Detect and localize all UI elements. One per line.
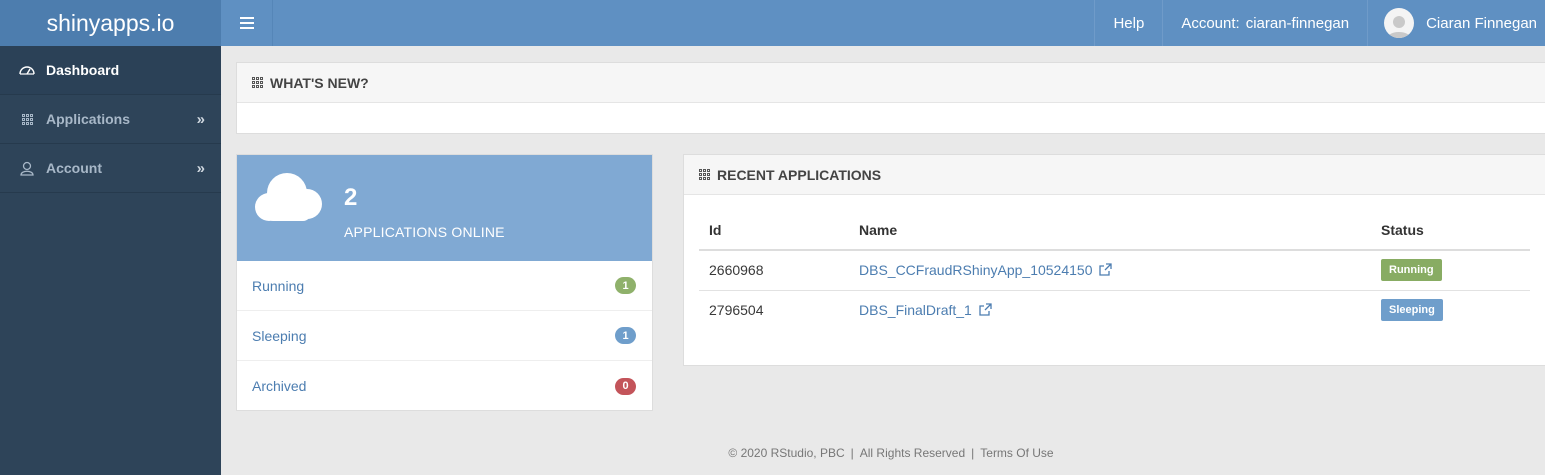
applications-count: 2 [344,184,358,211]
user-menu[interactable]: Ciaran Finnegan [1367,0,1545,46]
avatar [1384,8,1415,38]
user-name: Ciaran Finnegan [1426,14,1537,32]
app-id: 2660968 [699,250,849,291]
sidebar-item-dashboard[interactable]: Dashboard [0,46,221,95]
terms-link[interactable]: Terms Of Use [980,446,1053,460]
status-badge: Running [1381,259,1442,282]
panel-title: RECENT APPLICATIONS [717,166,882,183]
account-name: ciaran-finnegan [1245,14,1350,32]
status-label: Archived [252,378,307,394]
panel-header: RECENT APPLICATIONS [684,155,1545,195]
top-navbar: shinyapps.io Help Account: ciaran-finneg… [0,0,1545,46]
cloud-icon [255,173,322,221]
grid-icon [699,169,710,180]
sidebar-item-label: Applications [46,111,131,127]
grid-icon [18,113,36,125]
footer-rights: All Rights Reserved [859,446,966,460]
user-icon [18,161,36,176]
chevron-right-icon: » [196,159,205,177]
sidebar-item-label: Dashboard [46,62,120,78]
footer-separator: | [850,446,854,460]
count-badge: 1 [615,277,636,294]
app-name-cell: DBS_CCFraudRShinyApp_10524150 [849,250,1371,291]
footer-copyright: © 2020 RStudio, PBC [728,446,845,460]
account-menu[interactable]: Account: ciaran-finnegan [1162,0,1367,46]
applications-online-label: APPLICATIONS ONLINE [344,224,505,240]
menu-toggle-button[interactable] [221,0,273,46]
stats-header: 2 APPLICATIONS ONLINE [237,155,652,261]
column-header-name[interactable]: Name [849,210,1371,251]
grid-icon [252,77,263,88]
external-link-icon [1099,263,1113,276]
count-badge: 0 [615,377,636,395]
whats-new-panel: WHAT'S NEW? [236,62,1545,134]
app-name-cell: DBS_FinalDraft_1 [849,290,1371,330]
app-status-cell: Running [1371,250,1530,291]
account-label: Account: [1181,14,1240,32]
sidebar-item-account[interactable]: Account » [0,144,221,193]
panel-header: WHAT'S NEW? [237,63,1545,103]
user-silhouette-icon [1388,16,1411,38]
navbar-spacer [273,0,1094,46]
column-header-id[interactable]: Id [699,210,849,251]
count-badge: 1 [615,327,636,344]
recent-applications-panel: RECENT APPLICATIONS Id Name Status 26609… [683,154,1545,366]
app-name-link[interactable]: DBS_CCFraudRShinyApp_10524150 [859,262,1092,278]
panel-title: WHAT'S NEW? [270,74,369,91]
hamburger-icon [239,17,254,29]
applications-table: Id Name Status 2660968 DBS_CCFraudRShiny… [699,210,1530,330]
brand-logo[interactable]: shinyapps.io [0,0,221,46]
app-id: 2796504 [709,302,764,319]
applications-online-panel: 2 APPLICATIONS ONLINE Running 1 Sleeping… [236,154,653,411]
chevron-right-icon: » [196,110,205,128]
status-row-running[interactable]: Running 1 [237,261,652,311]
status-row-archived[interactable]: Archived 0 [237,361,652,411]
app-name-link[interactable]: DBS_FinalDraft_1 [859,302,972,318]
sidebar-item-label: Account [46,160,102,176]
sidebar: Dashboard Applications » Account » [0,46,221,475]
table-row: 2660968 DBS_CCFraudRShinyApp_10524150 Ru… [699,250,1530,291]
dashboard-icon [18,64,36,76]
status-label: Sleeping [252,327,307,344]
footer: © 2020 RStudio, PBC | All Rights Reserved |… [221,446,1545,460]
app-status-cell: Sleeping [1371,290,1530,330]
status-row-sleeping[interactable]: Sleeping 1 [237,311,652,361]
help-link[interactable]: Help [1094,0,1162,46]
external-link-icon [979,303,992,316]
sidebar-item-applications[interactable]: Applications » [0,95,221,144]
status-label: Running [252,277,305,294]
column-header-status[interactable]: Status [1371,210,1530,251]
table-header-row: Id Name Status [699,210,1530,251]
table-row: 2796504 DBS_FinalDraft_1 Sleeping [699,290,1530,330]
footer-separator: | [971,446,975,460]
status-badge: Sleeping [1381,299,1443,322]
